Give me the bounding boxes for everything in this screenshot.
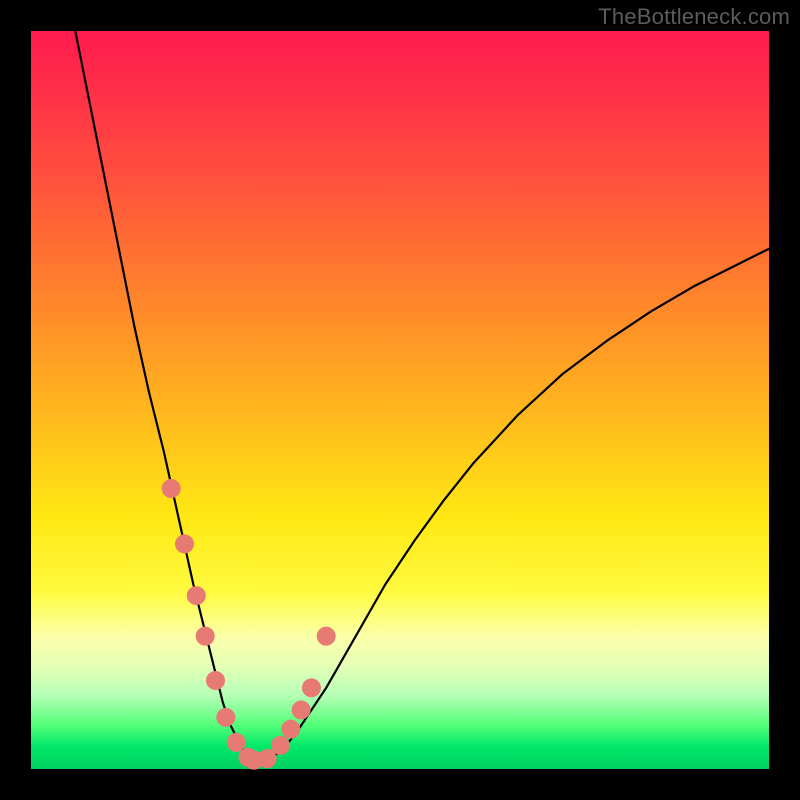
highlight-dot [317,627,335,645]
highlight-dot [271,736,289,754]
highlight-dot [282,720,300,738]
highlight-dot [217,708,235,726]
highlight-dot [227,733,245,751]
chart-svg [31,31,769,769]
highlight-dot [292,701,310,719]
highlight-dot [258,750,276,768]
chart-frame [31,31,769,769]
watermark-text: TheBottleneck.com [598,4,790,30]
highlight-dot [187,587,205,605]
highlight-dot [196,627,214,645]
highlight-dot [176,535,194,553]
highlight-dot [302,679,320,697]
highlight-dot [162,480,180,498]
highlight-dot [207,671,225,689]
highlight-dots [162,480,335,770]
bottleneck-curve [75,31,769,760]
